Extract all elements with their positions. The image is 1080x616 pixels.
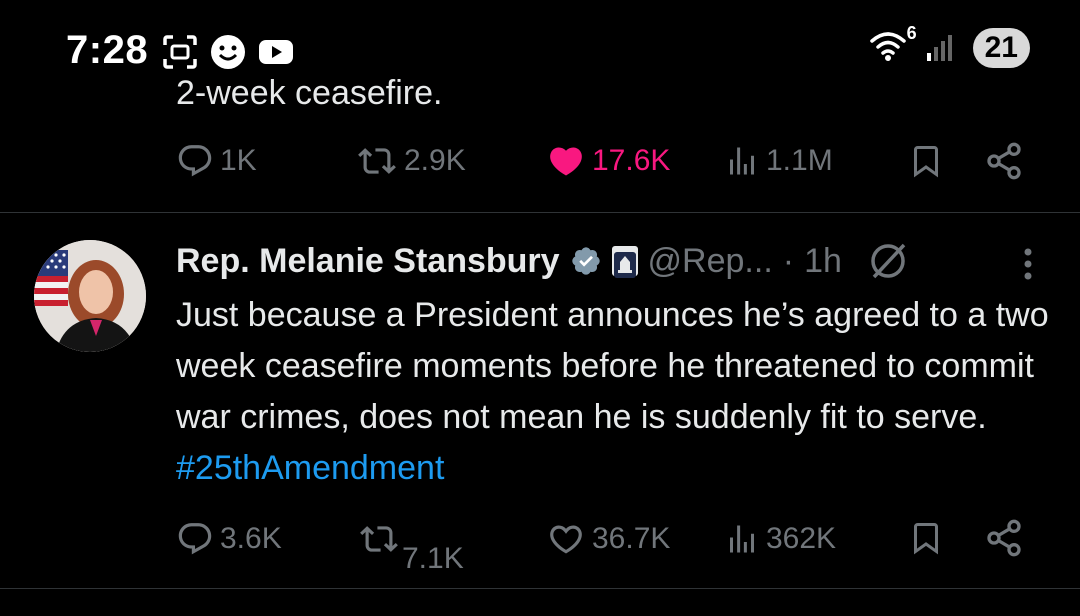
views-button[interactable]: 1.1M — [724, 142, 833, 180]
government-affiliation-icon — [611, 246, 638, 278]
tweet-actions: 3.6K 7.1K 36.7K 362K — [176, 518, 1024, 578]
like-count: 36.7K — [592, 522, 671, 555]
reply-icon — [178, 145, 212, 177]
repost-icon — [358, 148, 396, 174]
reply-icon — [178, 523, 212, 555]
bookmark-button[interactable] — [908, 518, 944, 558]
grok-icon[interactable] — [866, 239, 910, 283]
heart-outline-icon — [550, 525, 582, 554]
bookmark-button[interactable] — [908, 141, 944, 181]
views-button[interactable]: 362K — [724, 520, 836, 558]
views-count: 362K — [766, 522, 837, 555]
cellular-signal-icon — [925, 29, 959, 68]
share-button[interactable] — [984, 518, 1024, 558]
tweet-divider — [0, 212, 1080, 213]
share-icon — [987, 519, 1021, 557]
tweet-header: Rep. Melanie Stansbury @Rep... · 1h — [176, 238, 910, 284]
repost-button[interactable]: 7.1K — [358, 520, 468, 575]
heart-filled-icon — [550, 147, 582, 176]
reply-count: 1K — [220, 144, 257, 177]
verified-badge-icon — [571, 247, 600, 275]
avatar[interactable] — [34, 240, 146, 352]
author-name[interactable]: Rep. Melanie Stansbury — [176, 238, 560, 284]
status-time: 7:28 — [66, 28, 149, 72]
repost-button[interactable]: 2.9K — [356, 142, 466, 180]
views-chart-icon — [730, 147, 754, 175]
repost-icon — [360, 526, 398, 552]
share-icon — [987, 142, 1021, 180]
tweet-text: Just because a President announces he’s … — [176, 290, 1056, 494]
status-system-icons: 6 21 — [869, 23, 1030, 68]
reply-button[interactable]: 3.6K — [176, 520, 282, 558]
wifi-icon: 6 — [869, 23, 917, 68]
like-button[interactable]: 17.6K — [546, 142, 670, 180]
previous-tweet-text: 2-week ceasefire. — [176, 62, 442, 108]
share-button[interactable] — [984, 141, 1024, 181]
more-options-icon[interactable] — [1022, 246, 1034, 291]
like-button[interactable]: 36.7K — [546, 520, 670, 558]
repost-count: 2.9K — [404, 144, 466, 177]
previous-tweet-text-fragment: 2-week ceasefire. — [176, 74, 443, 108]
meta-separator: · — [782, 242, 795, 280]
tweet-divider — [0, 588, 1080, 589]
previous-tweet-actions: 1K 2.9K 17.6K 1.1M — [176, 138, 1024, 184]
reply-count: 3.6K — [220, 522, 282, 555]
bookmark-icon — [914, 523, 938, 555]
like-count: 17.6K — [592, 144, 671, 177]
battery-indicator: 21 — [972, 28, 1030, 68]
repost-count: 7.1K — [402, 542, 464, 575]
bookmark-icon — [914, 146, 938, 178]
views-count: 1.1M — [766, 144, 833, 177]
author-handle[interactable]: @Rep... — [648, 238, 773, 284]
tweet-time[interactable]: 1h — [804, 238, 842, 284]
tweet-text-body: Just because a President announces he’s … — [176, 296, 1049, 436]
views-chart-icon — [730, 525, 754, 553]
avatar-photo — [34, 240, 146, 352]
reply-button[interactable]: 1K — [176, 142, 257, 180]
wifi-generation-label: 6 — [906, 22, 917, 43]
hashtag-link[interactable]: #25thAmendment — [176, 449, 444, 487]
